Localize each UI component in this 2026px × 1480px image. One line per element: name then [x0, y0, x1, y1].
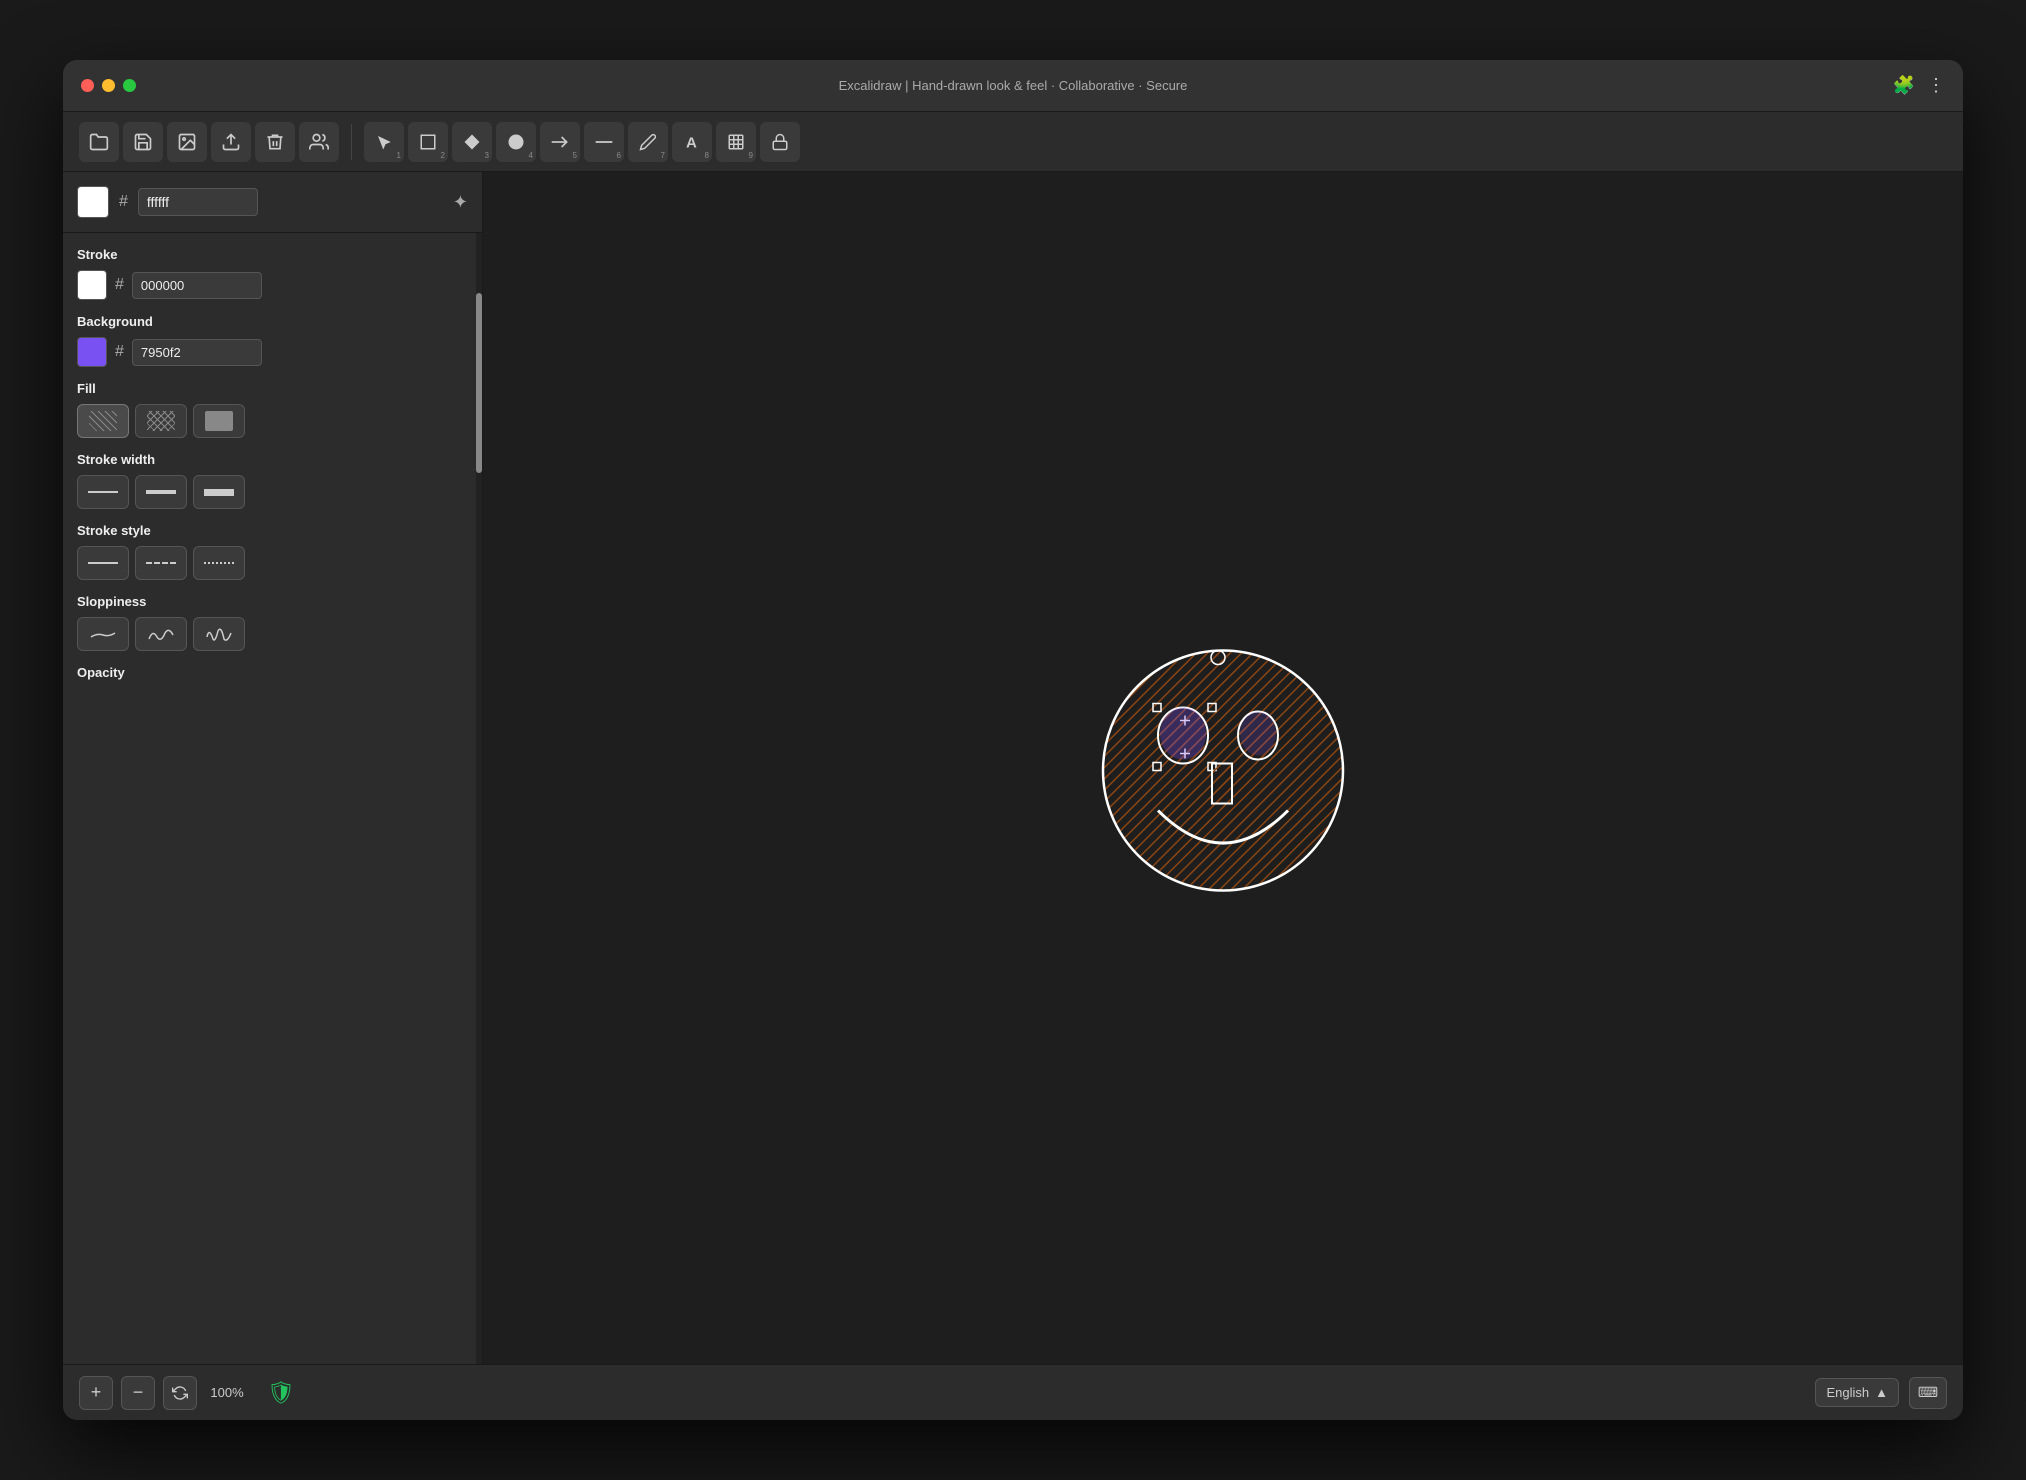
- select-tool[interactable]: 1: [364, 122, 404, 162]
- stroke-hex-input[interactable]: [132, 272, 262, 299]
- text-tool[interactable]: A 8: [672, 122, 712, 162]
- line-tool[interactable]: 6: [584, 122, 624, 162]
- bottombar-right: English ▲ ⌨: [1815, 1377, 1947, 1409]
- background-swatch[interactable]: [77, 337, 107, 367]
- sidebar: # ✦ Stroke # Background: [63, 172, 483, 1364]
- stroke-label: Stroke: [77, 247, 468, 262]
- tool-number-9: 9: [749, 151, 753, 160]
- arrow-tool[interactable]: 5: [540, 122, 580, 162]
- scrollbar-track: [476, 233, 482, 1364]
- lock-tool[interactable]: [760, 122, 800, 162]
- fill-hatch-btn[interactable]: [77, 404, 129, 438]
- zoom-reset-button[interactable]: [163, 1376, 197, 1410]
- language-label: English: [1826, 1385, 1869, 1400]
- window-title: Excalidraw | Hand-drawn look & feel · Co…: [839, 78, 1188, 93]
- background-hex-input[interactable]: [132, 339, 262, 366]
- canvas-color-swatch[interactable]: [77, 186, 109, 218]
- zoom-out-button[interactable]: −: [121, 1376, 155, 1410]
- stroke-swatch[interactable]: [77, 270, 107, 300]
- minimize-button[interactable]: [102, 79, 115, 92]
- slop-low-btn[interactable]: [77, 617, 129, 651]
- settings-icon[interactable]: ✦: [453, 192, 468, 213]
- stroke-row: #: [77, 270, 468, 300]
- properties-panel: Stroke # Background #: [63, 233, 482, 702]
- tool-number-4: 4: [529, 151, 533, 160]
- close-button[interactable]: [81, 79, 94, 92]
- image-tool[interactable]: 9: [716, 122, 756, 162]
- puzzle-icon[interactable]: 🧩: [1893, 75, 1915, 96]
- stroke-width-label: Stroke width: [77, 452, 468, 467]
- maximize-button[interactable]: [123, 79, 136, 92]
- app-window: Excalidraw | Hand-drawn look & feel · Co…: [63, 60, 1963, 1420]
- save-button[interactable]: [123, 122, 163, 162]
- export-button[interactable]: [211, 122, 251, 162]
- tool-number-2: 2: [441, 151, 445, 160]
- stroke-thick-btn[interactable]: [193, 475, 245, 509]
- collaborators-button[interactable]: [299, 122, 339, 162]
- keyboard-button[interactable]: ⌨: [1909, 1377, 1947, 1409]
- opacity-label: Opacity: [77, 665, 468, 680]
- stroke-style-label: Stroke style: [77, 523, 468, 538]
- sloppiness-options: [77, 617, 468, 651]
- tool-number-5: 5: [573, 151, 577, 160]
- rectangle-tool[interactable]: 2: [408, 122, 448, 162]
- diamond-tool[interactable]: 3: [452, 122, 492, 162]
- main-content: 1 2 3 4: [63, 112, 1963, 1420]
- tool-number-6: 6: [617, 151, 621, 160]
- language-selector[interactable]: English ▲: [1815, 1378, 1899, 1407]
- titlebar-actions: 🧩 ⋮: [1893, 75, 1945, 96]
- stroke-style-options: [77, 546, 468, 580]
- tool-number-1: 1: [397, 151, 401, 160]
- fill-options: [77, 404, 468, 438]
- stroke-dotted-btn[interactable]: [193, 546, 245, 580]
- canvas-hex-input[interactable]: [138, 188, 258, 216]
- delete-button[interactable]: [255, 122, 295, 162]
- smiley-svg: [1063, 616, 1383, 916]
- stroke-width-options: [77, 475, 468, 509]
- sloppiness-label: Sloppiness: [77, 594, 468, 609]
- fill-solid-btn[interactable]: [193, 404, 245, 438]
- body-area: # ✦ Stroke # Background: [63, 172, 1963, 1364]
- zoom-in-button[interactable]: +: [79, 1376, 113, 1410]
- toolbar: 1 2 3 4: [63, 112, 1963, 172]
- tool-number-3: 3: [485, 151, 489, 160]
- fill-label: Fill: [77, 381, 468, 396]
- ellipse-tool[interactable]: 4: [496, 122, 536, 162]
- slop-high-btn[interactable]: [193, 617, 245, 651]
- pencil-tool[interactable]: 7: [628, 122, 668, 162]
- canvas[interactable]: [483, 172, 1963, 1364]
- stroke-solid-btn[interactable]: [77, 546, 129, 580]
- stroke-dashed-btn[interactable]: [135, 546, 187, 580]
- background-label: Background: [77, 314, 468, 329]
- svg-text:A: A: [686, 134, 697, 151]
- canvas-drawing: [1063, 616, 1383, 921]
- more-options-icon[interactable]: ⋮: [1927, 75, 1945, 96]
- open-button[interactable]: [79, 122, 119, 162]
- hash-symbol: #: [119, 193, 128, 211]
- titlebar: Excalidraw | Hand-drawn look & feel · Co…: [63, 60, 1963, 112]
- stroke-medium-btn[interactable]: [135, 475, 187, 509]
- slop-med-btn[interactable]: [135, 617, 187, 651]
- chevron-up-icon: ▲: [1875, 1385, 1888, 1400]
- toolbar-separator: [351, 124, 352, 160]
- traffic-lights: [81, 79, 136, 92]
- canvas-color-section: # ✦: [63, 172, 482, 233]
- export-image-button[interactable]: [167, 122, 207, 162]
- fill-crosshatch-btn[interactable]: [135, 404, 187, 438]
- scrollbar-thumb[interactable]: [476, 293, 482, 473]
- zoom-level: 100%: [205, 1385, 249, 1400]
- bottombar: + − 100% 🛡 English ▲ ⌨: [63, 1364, 1963, 1420]
- tool-number-7: 7: [661, 151, 665, 160]
- shield-icon: 🛡: [267, 1380, 295, 1406]
- sidebar-scroll: Stroke # Background #: [63, 233, 482, 1364]
- tool-number-8: 8: [705, 151, 709, 160]
- background-row: #: [77, 337, 468, 367]
- stroke-thin-btn[interactable]: [77, 475, 129, 509]
- zoom-controls: + − 100% 🛡: [79, 1376, 295, 1410]
